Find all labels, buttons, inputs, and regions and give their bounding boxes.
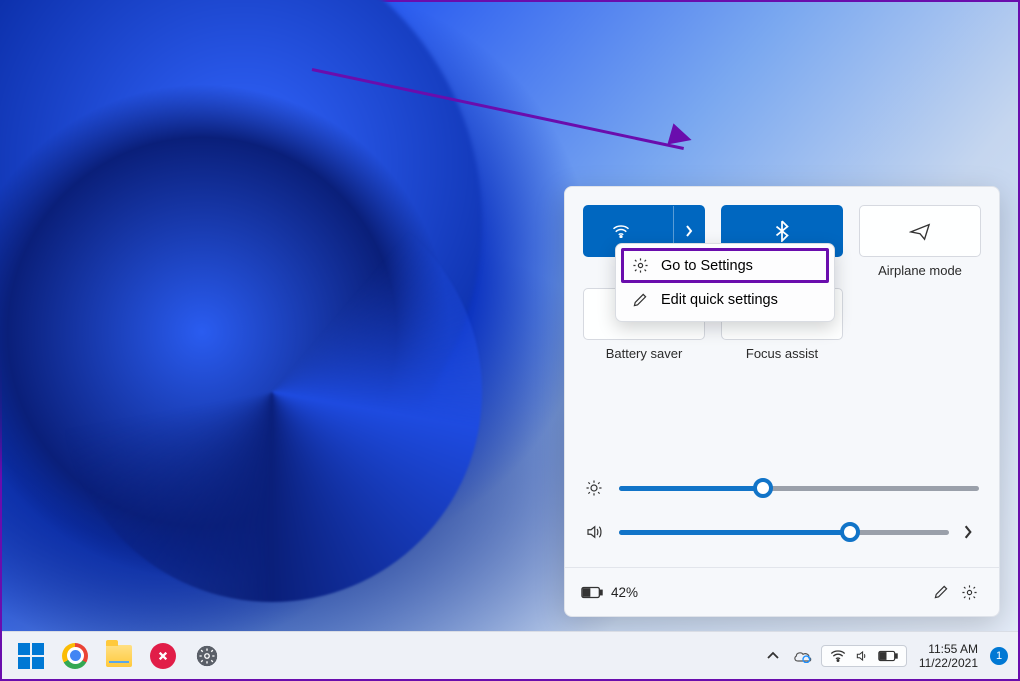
brightness-icon (585, 479, 605, 497)
todoist-app[interactable] (144, 637, 182, 675)
brightness-slider-row (585, 479, 979, 497)
airplane-tile: Airplane mode (859, 205, 981, 278)
focus-assist-label: Focus assist (721, 346, 843, 361)
tray-wifi-icon (830, 649, 846, 662)
battery-percent-label: 42% (611, 585, 638, 600)
quick-settings-panel: Airplane mode Battery saver Focus assist (564, 186, 1000, 617)
edit-quick-settings-label: Edit quick settings (661, 292, 778, 308)
chrome-app[interactable] (56, 637, 94, 675)
volume-slider-row (585, 523, 979, 541)
volume-fill (619, 530, 850, 535)
edit-quick-settings-item[interactable]: Edit quick settings (621, 283, 829, 317)
battery-saver-label: Battery saver (583, 346, 705, 361)
notification-badge[interactable]: 1 (990, 647, 1008, 665)
sliders-section (583, 479, 981, 541)
wallpaper-shape (62, 182, 482, 602)
bluetooth-icon (775, 220, 789, 242)
volume-slider[interactable] (619, 530, 949, 535)
clock-time: 11:55 AM (919, 642, 978, 656)
pencil-icon (631, 292, 649, 308)
volume-expand-button[interactable] (963, 525, 979, 539)
quick-settings-footer: 42% (565, 567, 999, 616)
onedrive-icon[interactable] (791, 644, 815, 668)
brightness-fill (619, 486, 763, 491)
wifi-icon (612, 224, 630, 238)
go-to-settings-item[interactable]: Go to Settings (621, 248, 829, 283)
go-to-settings-label: Go to Settings (661, 258, 753, 274)
airplane-icon (909, 221, 931, 241)
battery-icon (581, 586, 603, 599)
tray-battery-icon (878, 650, 898, 662)
airplane-button[interactable] (859, 205, 981, 257)
airplane-label: Airplane mode (859, 263, 981, 278)
volume-icon (585, 523, 605, 541)
brightness-thumb[interactable] (753, 478, 773, 498)
settings-button[interactable] (955, 578, 983, 606)
brightness-slider[interactable] (619, 486, 979, 491)
file-explorer-app[interactable] (100, 637, 138, 675)
taskbar-clock[interactable]: 11:55 AM 11/22/2021 (919, 642, 978, 670)
volume-thumb[interactable] (840, 522, 860, 542)
tray-overflow-button[interactable] (761, 644, 785, 668)
system-tray: 11:55 AM 11/22/2021 1 (761, 642, 1008, 670)
settings-app[interactable] (188, 637, 226, 675)
gear-icon (631, 257, 649, 274)
taskbar: 11:55 AM 11/22/2021 1 (2, 631, 1018, 679)
network-volume-battery-cluster[interactable] (821, 645, 907, 667)
tray-volume-icon (854, 649, 870, 663)
edit-button[interactable] (927, 578, 955, 606)
context-menu: Go to Settings Edit quick settings (615, 243, 835, 322)
clock-date: 11/22/2021 (919, 656, 978, 670)
start-button[interactable] (12, 637, 50, 675)
